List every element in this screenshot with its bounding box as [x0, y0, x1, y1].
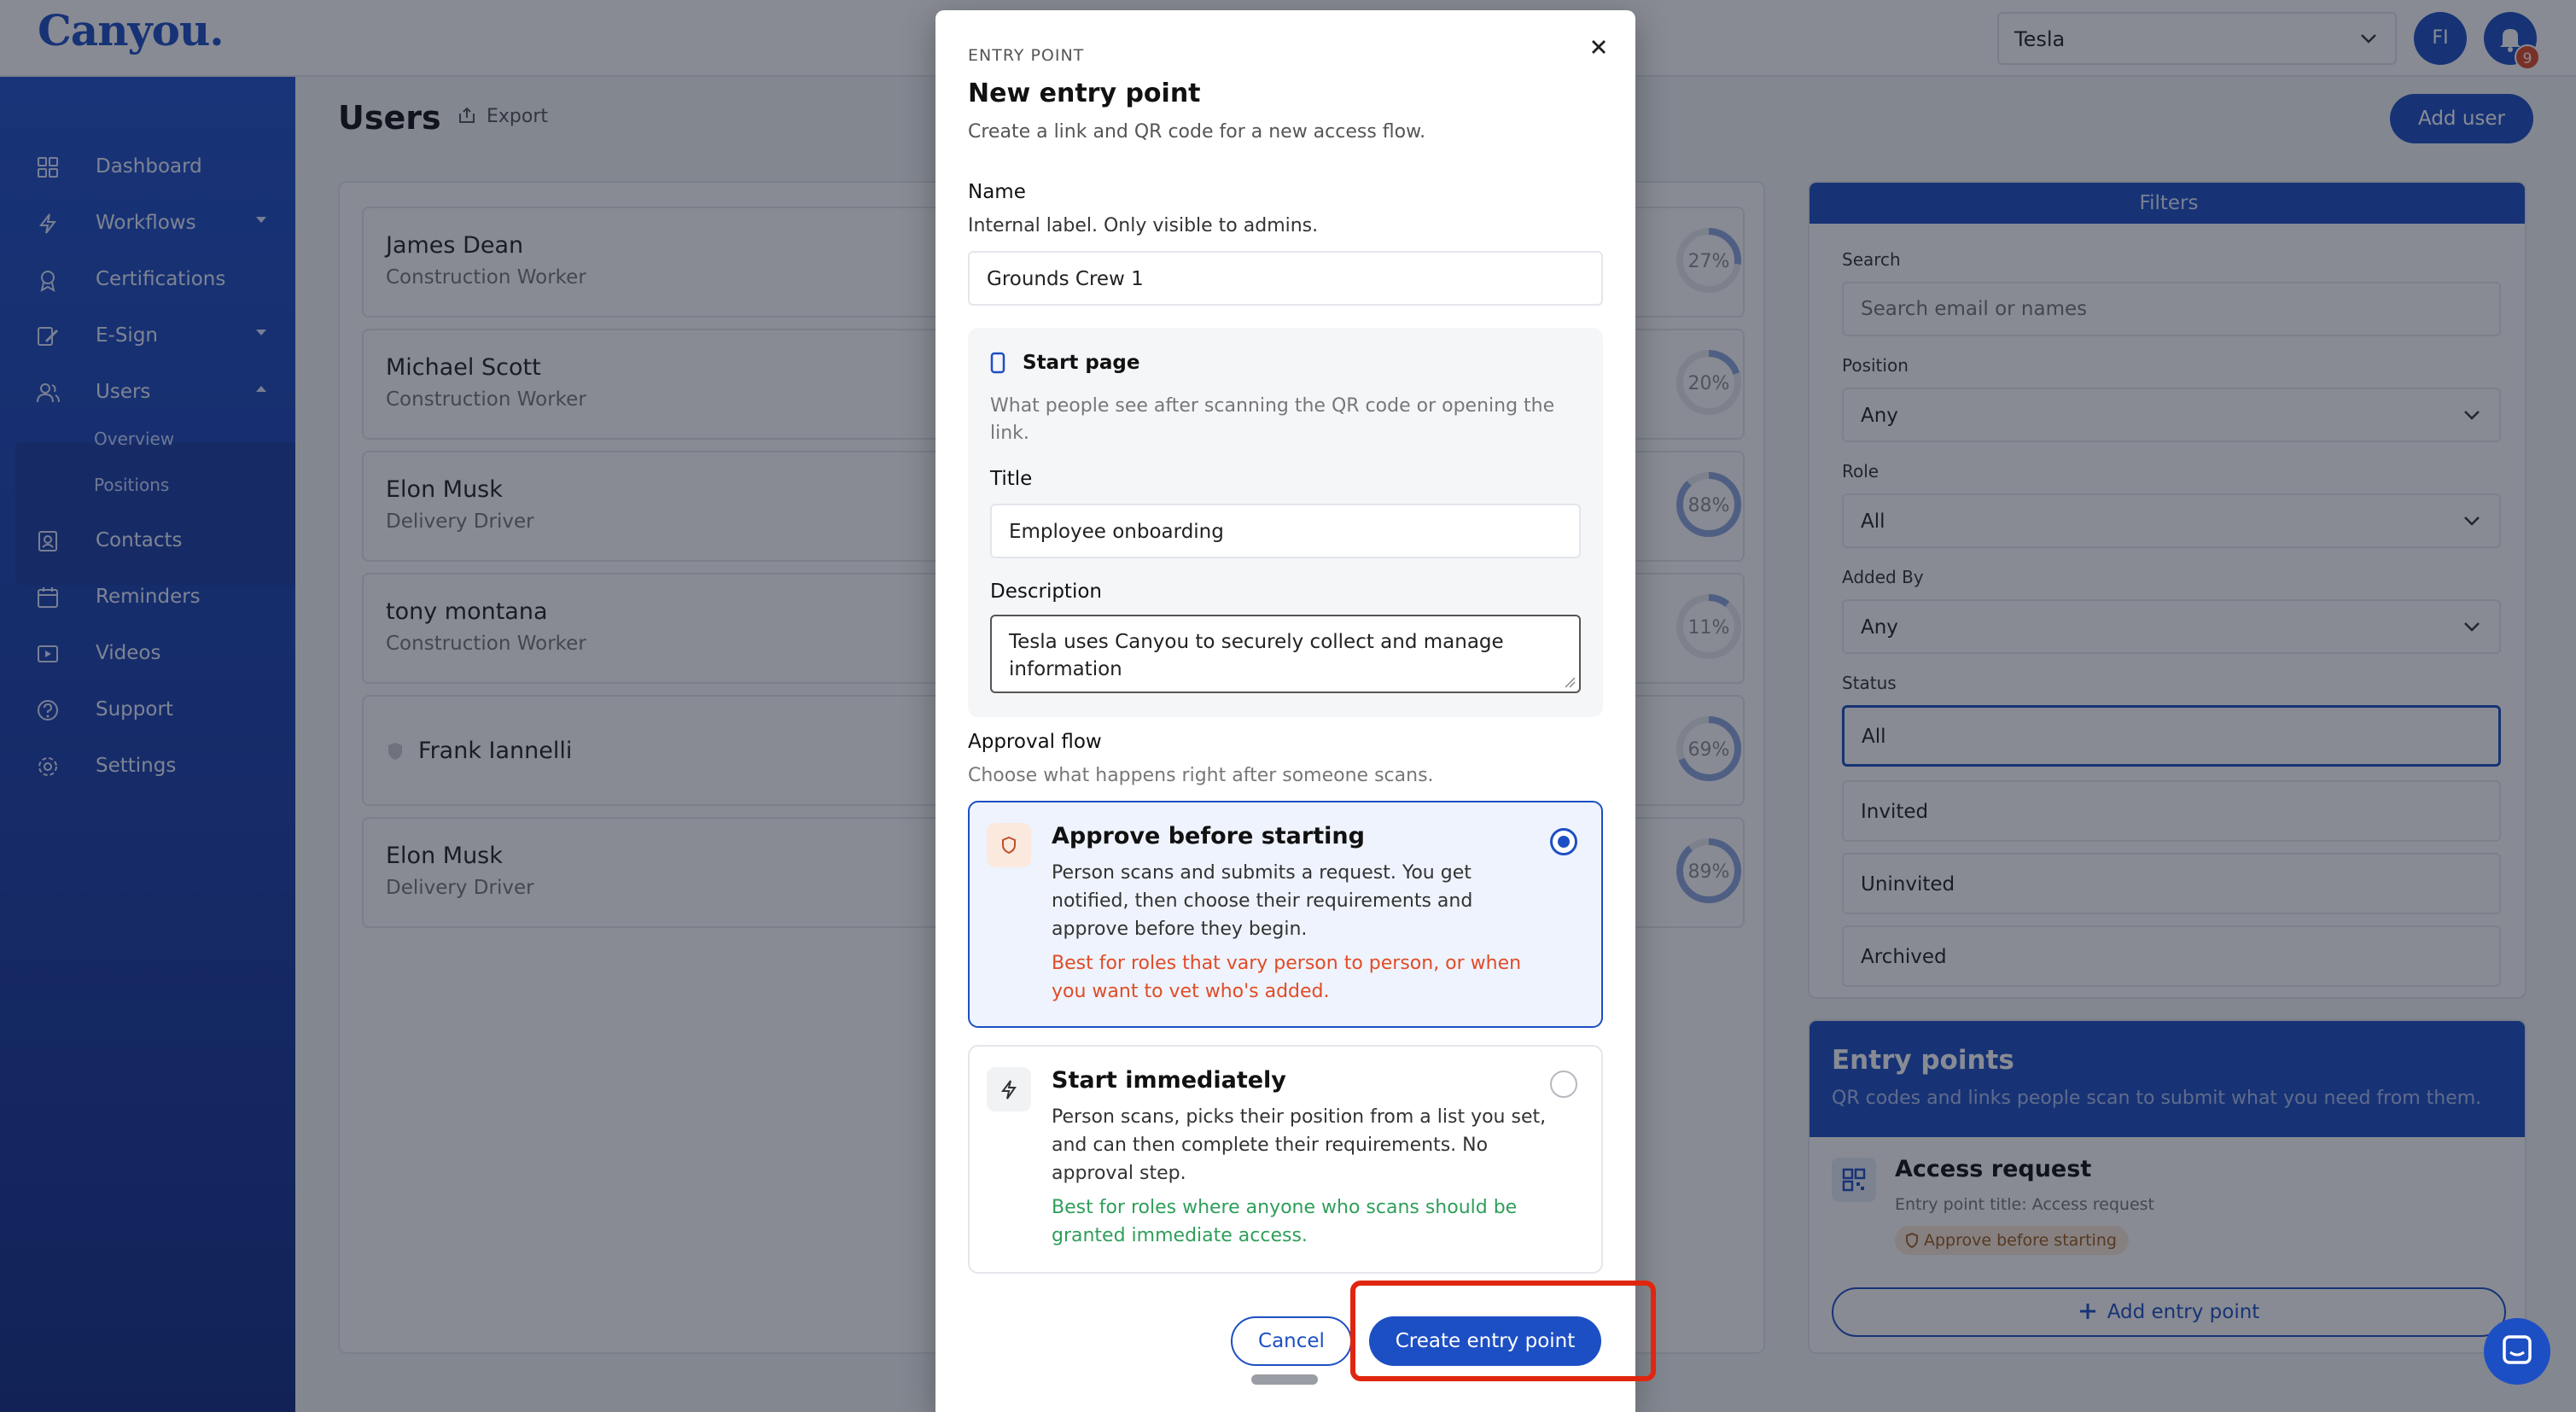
- description-textarea[interactable]: Tesla uses Canyou to securely collect an…: [990, 615, 1581, 693]
- start-immediately-option[interactable]: Start immediately Person scans, picks th…: [968, 1045, 1603, 1274]
- option-body: Person scans and submits a request. You …: [1052, 862, 1473, 940]
- bolt-icon: [987, 1067, 1031, 1112]
- description-textarea-value: Tesla uses Canyou to securely collect an…: [1009, 631, 1504, 680]
- start-page-help: What people see after scanning the QR co…: [990, 395, 1555, 444]
- description-label: Description: [990, 581, 1102, 603]
- option-note: Best for roles where anyone who scans sh…: [1052, 1197, 1518, 1246]
- chat-icon: [2503, 1335, 2532, 1364]
- option-radio[interactable]: [1550, 1071, 1577, 1098]
- title-label: Title: [990, 468, 1033, 490]
- new-entry-point-dialog: ENTRY POINT New entry point Create a lin…: [935, 10, 1635, 1412]
- start-page-title: Start page: [1023, 352, 1140, 374]
- highlight-annotation: [1350, 1281, 1656, 1381]
- dialog-title: New entry point: [968, 79, 1201, 108]
- option-title: Start immediately: [1052, 1067, 1286, 1094]
- option-title: Approve before starting: [1052, 823, 1365, 849]
- dialog-subtitle: Create a link and QR code for a new acce…: [968, 121, 1426, 143]
- name-field[interactable]: Grounds Crew 1: [968, 251, 1603, 306]
- title-field-value: Employee onboarding: [1009, 521, 1224, 543]
- approval-flow-label: Approval flow: [968, 731, 1102, 753]
- dialog-eyebrow: ENTRY POINT: [968, 46, 1085, 65]
- close-icon[interactable]: [1588, 36, 1610, 58]
- option-radio-selected[interactable]: [1550, 828, 1577, 855]
- cancel-button[interactable]: Cancel: [1231, 1316, 1352, 1366]
- approve-before-starting-option[interactable]: Approve before starting Person scans and…: [968, 801, 1603, 1028]
- start-page-section: Start page What people see after scannin…: [968, 328, 1603, 717]
- approval-flow-help: Choose what happens right after someone …: [968, 765, 1434, 786]
- name-field-value: Grounds Crew 1: [987, 268, 1144, 290]
- name-help: Internal label. Only visible to admins.: [968, 215, 1319, 236]
- resize-handle-icon[interactable]: [1564, 676, 1576, 688]
- shield-icon: [987, 823, 1031, 867]
- phone-icon: [990, 352, 1005, 374]
- option-note: Best for roles that vary person to perso…: [1052, 953, 1522, 1002]
- chat-launcher-button[interactable]: [2484, 1318, 2550, 1385]
- title-field[interactable]: Employee onboarding: [990, 504, 1581, 558]
- name-label: Name: [968, 181, 1026, 203]
- option-body: Person scans, picks their position from …: [1052, 1106, 1547, 1184]
- scrollbar-thumb[interactable]: [1251, 1374, 1318, 1385]
